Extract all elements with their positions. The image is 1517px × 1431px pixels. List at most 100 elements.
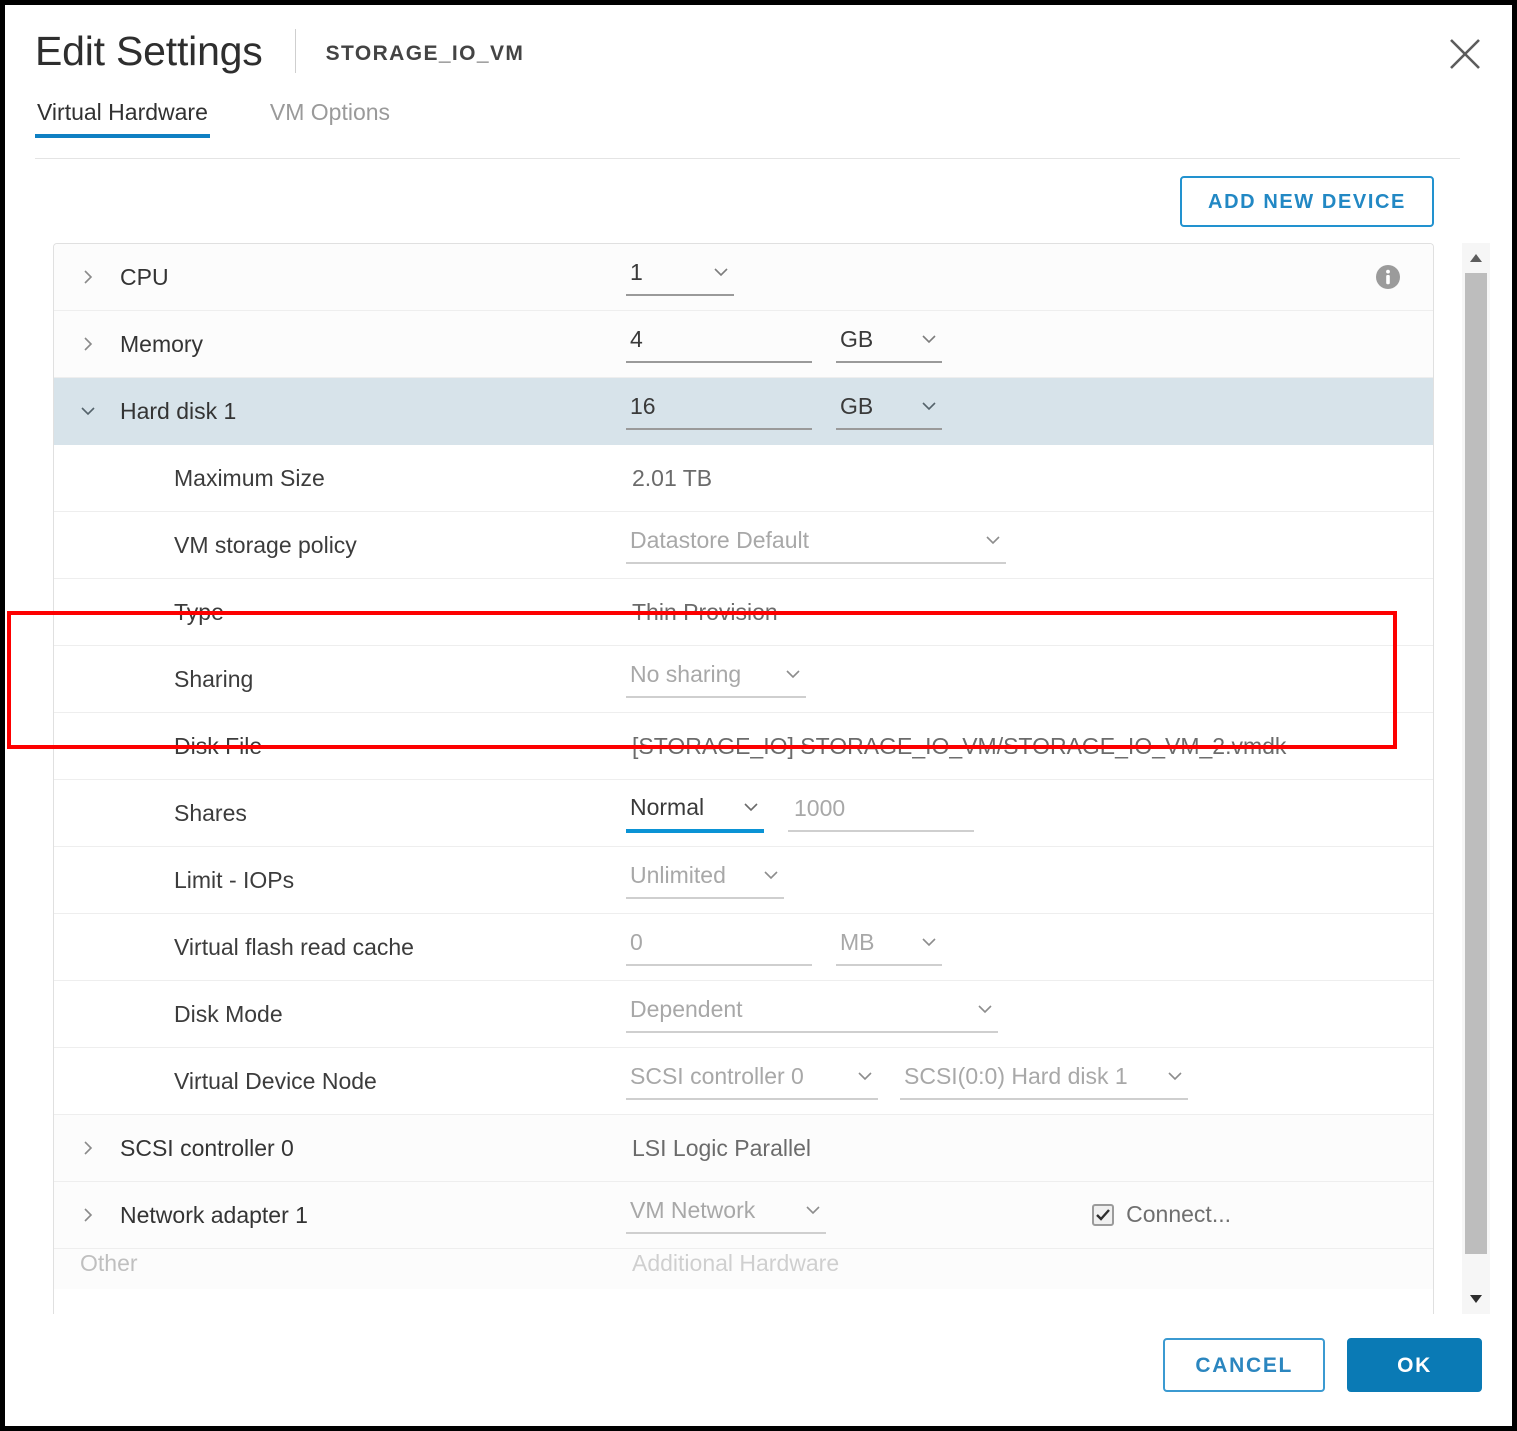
device-row-network-adapter-1-label-cell: Network adapter 1 — [54, 1202, 626, 1229]
virtual-device-node-controller-select[interactable]: SCSI controller 0 — [626, 1062, 878, 1101]
chevron-down-icon — [744, 866, 780, 884]
dialog-header: Edit Settings STORAGE_IO_VM — [5, 5, 1512, 97]
virtual-flash-read-cache-unit-select[interactable]: MB — [836, 928, 942, 967]
cancel-button[interactable]: CANCEL — [1163, 1338, 1326, 1392]
device-row-cpu-label-cell: CPU — [54, 264, 626, 291]
detail-row-disk-mode: Disk Mode Dependent — [54, 981, 1433, 1048]
detail-label-virtual-device-node: Virtual Device Node — [174, 1067, 377, 1094]
device-row-network-adapter-1[interactable]: Network adapter 1 VM Network Connect... — [54, 1182, 1433, 1249]
chevron-down-icon — [838, 1067, 874, 1085]
chevron-down-icon — [1148, 1067, 1184, 1085]
vm-storage-policy-select[interactable]: Datastore Default — [626, 526, 1006, 565]
vm-storage-policy-value: Datastore Default — [630, 526, 809, 553]
screenshot-frame: Edit Settings STORAGE_IO_VM Virtual Hard… — [0, 0, 1517, 1431]
device-row-scsi-controller-0-label-cell: SCSI controller 0 — [54, 1135, 626, 1162]
chevron-right-icon[interactable] — [80, 1140, 106, 1156]
chevron-down-icon[interactable] — [80, 403, 106, 419]
chevron-down-icon — [766, 665, 802, 683]
detail-label-shares: Shares — [174, 799, 247, 826]
detail-label-disk-file: Disk File — [174, 732, 263, 759]
device-row-scsi-controller-0-value: LSI Logic Parallel — [626, 1133, 1411, 1164]
device-row-memory[interactable]: Memory 4 GB — [54, 311, 1433, 378]
detail-value-cell-shares: Normal 1000 — [626, 793, 1411, 834]
detail-row-type: Type Thin Provision — [54, 579, 1433, 646]
title-divider — [294, 29, 296, 73]
sharing-value: No sharing — [630, 660, 742, 687]
close-button[interactable] — [1444, 33, 1486, 75]
device-row-scsi-controller-0[interactable]: SCSI controller 0 LSI Logic Parallel — [54, 1115, 1433, 1182]
add-new-device-button[interactable]: ADD NEW DEVICE — [1180, 175, 1434, 227]
scroll-up-button[interactable] — [1462, 243, 1490, 273]
virtual-flash-read-cache-value: 0 — [630, 928, 643, 955]
detail-value-cell-maximum-size: 2.01 TB — [626, 463, 1411, 494]
device-row-clipped-partial[interactable]: Other Additional Hardware — [54, 1249, 1433, 1289]
chevron-down-icon — [902, 397, 938, 415]
shares-level-value: Normal — [630, 793, 705, 820]
virtual-device-node-unit-select[interactable]: SCSI(0:0) Hard disk 1 — [900, 1062, 1188, 1101]
detail-label-sharing: Sharing — [174, 665, 254, 692]
chevron-down-icon — [902, 330, 938, 348]
cpu-select-value: 1 — [630, 258, 643, 285]
ok-button[interactable]: OK — [1347, 1338, 1482, 1392]
chevron-down-icon — [724, 798, 760, 816]
device-row-hard-disk-1-label: Hard disk 1 — [120, 397, 237, 424]
device-list: CPU 1 Memory 4 GB Hard disk 1 16 GB Maxi… — [53, 243, 1434, 1314]
device-row-memory-value: 4 GB — [626, 325, 1411, 364]
detail-row-virtual-flash-read-cache: Virtual flash read cache 0 MB — [54, 914, 1433, 981]
limit-iops-value: Unlimited — [630, 861, 726, 888]
chevron-down-icon — [902, 933, 938, 951]
shares-level-select[interactable]: Normal — [626, 793, 764, 834]
detail-row-shares: Shares Normal 1000 — [54, 780, 1433, 847]
scrollbar-thumb[interactable] — [1465, 273, 1487, 1254]
detail-value-cell-disk-mode: Dependent — [626, 995, 1411, 1034]
detail-value-cell-vm-storage-policy: Datastore Default — [626, 526, 1411, 565]
chevron-down-icon — [966, 531, 1002, 549]
virtual-flash-read-cache-input[interactable]: 0 — [626, 928, 812, 967]
network-adapter-select[interactable]: VM Network — [626, 1196, 826, 1235]
cpu-info-icon[interactable] — [1373, 262, 1403, 292]
memory-unit-select[interactable]: GB — [836, 325, 942, 364]
detail-row-virtual-device-node: Virtual Device Node SCSI controller 0 SC… — [54, 1048, 1433, 1115]
maximum-size-value: 2.01 TB — [632, 464, 713, 491]
sharing-select[interactable]: No sharing — [626, 660, 806, 699]
scsi-controller-type-value: LSI Logic Parallel — [632, 1134, 811, 1161]
device-row-memory-label: Memory — [120, 330, 204, 357]
detail-row-limit-iops: Limit - IOPs Unlimited — [54, 847, 1433, 914]
limit-iops-select[interactable]: Unlimited — [626, 861, 784, 900]
shares-value-input[interactable]: 1000 — [788, 794, 974, 833]
detail-value-cell-sharing: No sharing — [626, 660, 1411, 699]
detail-label-limit-iops: Limit - IOPs — [174, 866, 295, 893]
network-adapter-connect-toggle[interactable]: Connect... — [1092, 1201, 1411, 1228]
detail-row-sharing: Sharing No sharing — [54, 646, 1433, 713]
detail-value-cell-virtual-flash-read-cache: 0 MB — [626, 928, 1411, 967]
chevron-right-icon[interactable] — [80, 336, 106, 352]
device-row-hard-disk-1[interactable]: Hard disk 1 16 GB — [54, 378, 1433, 445]
detail-label-virtual-flash-read-cache: Virtual flash read cache — [174, 933, 414, 960]
device-row-network-adapter-1-label: Network adapter 1 — [120, 1201, 308, 1228]
virtual-device-node-unit-value: SCSI(0:0) Hard disk 1 — [904, 1062, 1128, 1089]
memory-size-value: 4 — [630, 325, 643, 352]
device-row-cpu[interactable]: CPU 1 — [54, 244, 1433, 311]
virtual-flash-read-cache-unit-value: MB — [840, 928, 875, 955]
tab-vm-options[interactable]: VM Options — [268, 97, 392, 138]
hard-disk-unit-select[interactable]: GB — [836, 392, 942, 431]
chevron-down-icon — [958, 1000, 994, 1018]
clipped-row-value: Additional Hardware — [632, 1249, 840, 1276]
detail-value-cell-type: Thin Provision — [626, 597, 1411, 628]
tab-bar-underline — [35, 158, 1460, 159]
memory-size-input[interactable]: 4 — [626, 325, 812, 364]
chevron-right-icon[interactable] — [80, 269, 106, 285]
disk-mode-select[interactable]: Dependent — [626, 995, 998, 1034]
scrollbar-track[interactable] — [1462, 273, 1490, 1284]
toolbar: ADD NEW DEVICE — [5, 159, 1512, 243]
hard-disk-size-input[interactable]: 16 — [626, 392, 812, 431]
detail-row-vm-storage-policy: VM storage policy Datastore Default — [54, 512, 1433, 579]
cpu-select[interactable]: 1 — [626, 258, 734, 297]
scroll-down-button[interactable] — [1462, 1284, 1490, 1314]
detail-label-maximum-size: Maximum Size — [174, 464, 325, 491]
chevron-right-icon[interactable] — [80, 1207, 106, 1223]
device-row-network-adapter-1-value: VM Network Connect... — [626, 1196, 1411, 1235]
vertical-scrollbar[interactable] — [1462, 243, 1490, 1314]
device-row-cpu-label: CPU — [120, 263, 169, 290]
tab-virtual-hardware[interactable]: Virtual Hardware — [35, 97, 210, 138]
